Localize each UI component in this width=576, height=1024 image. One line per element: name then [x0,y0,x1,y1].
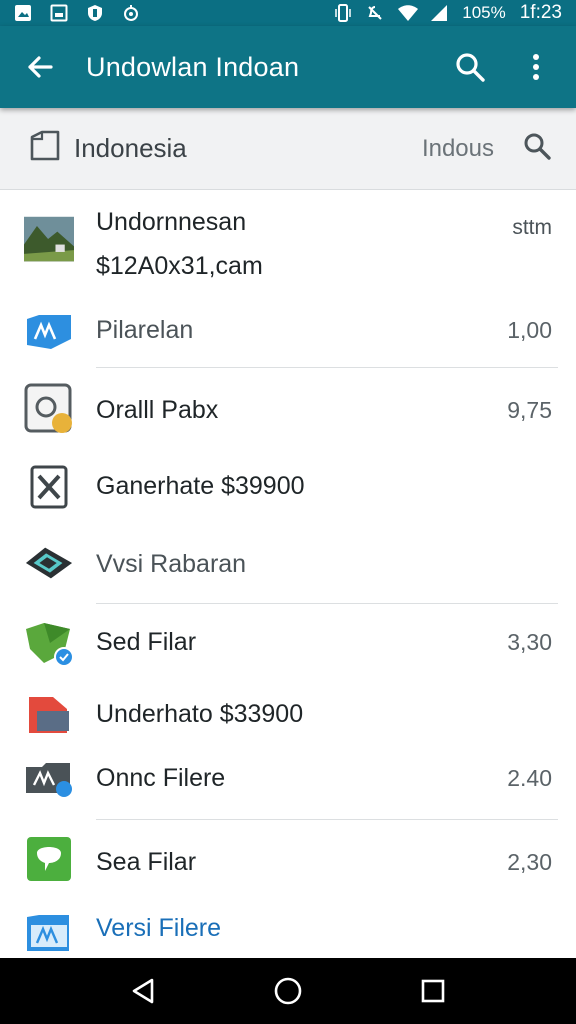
list-item-value: 2,30 [507,849,552,875]
list-item[interactable]: Sed Filar 3,30 [0,606,576,682]
clock: 1f:23 [519,2,562,23]
vibrate-icon [334,4,352,22]
list-item[interactable]: Pilarelan 1,00 [0,300,576,364]
list-item[interactable]: Versi Filere [0,902,576,958]
blue-file-icon [24,908,74,958]
status-bar: 105% 1f:23 [0,0,576,26]
file-list: Undornnesan $12A0x31,cam sttm Pilarelan … [0,190,576,958]
list-item[interactable]: Onnc Filere 2.40 [0,748,576,818]
list-item-label: Undornnesan [96,208,247,236]
mute-icon [366,4,384,22]
image-notification-icon [50,4,68,22]
list-item[interactable]: Underhato $33900 [0,682,576,748]
list-item-label: Oralll Pabx [96,396,219,424]
location-title: Indonesia [74,133,187,163]
folder-outline-icon [28,129,62,168]
more-options-icon[interactable] [518,49,554,85]
archive-icon [24,462,74,512]
list-item-label: Versi Filere [96,914,222,942]
location-header: Indonesia Indous [0,108,576,190]
layers-icon [24,538,74,588]
notification-icon [14,4,32,22]
signal-icon [430,4,448,22]
list-item-label: Underhato $33900 [96,700,304,728]
app-bar: Undowlan Indoan [0,26,576,108]
system-nav-bar [0,958,576,1024]
search-icon[interactable] [522,131,552,166]
list-item-value: 1,00 [507,317,552,343]
divider [96,367,558,368]
landscape-photo-icon [24,214,74,264]
list-item[interactable]: Oralll Pabx 9,75 [0,370,576,450]
dark-folder-icon [24,756,74,806]
green-folder-icon [24,618,74,668]
filter-label[interactable]: Indous [422,135,494,163]
list-item-label: Sea Filar [96,848,197,876]
back-triangle-icon[interactable] [119,967,167,1015]
wifi-icon [398,4,419,22]
red-file-icon [24,690,74,740]
battery-level: 105% [462,3,506,22]
list-item-label: Ganerhate $39900 [96,472,305,500]
divider [96,603,558,604]
list-item[interactable]: Sea Filar 2,30 [0,822,576,902]
blue-folder-icon [24,306,74,356]
list-item-label: Pilarelan [96,316,194,344]
sync-icon [122,4,140,22]
divider [96,819,558,820]
app-title: Undowlan Indoan [86,51,300,82]
list-item-value: 2.40 [507,765,552,791]
recents-square-icon[interactable] [409,967,457,1015]
list-item[interactable]: Undornnesan $12A0x31,cam sttm [0,190,576,300]
list-item-label: Vvsi Rabaran [96,550,247,578]
home-circle-icon[interactable] [264,967,312,1015]
green-chat-icon [24,834,74,884]
list-item-value: 3,30 [507,629,552,655]
list-item[interactable]: Ganerhate $39900 [0,450,576,526]
shield-icon [86,4,104,22]
list-item-label: Onnc Filere [96,764,226,792]
camera-icon [24,383,74,434]
list-item-value: sttm [512,216,552,239]
list-item[interactable]: Vvsi Rabaran [0,526,576,602]
search-icon[interactable] [452,49,488,85]
list-item-label: Sed Filar [96,628,197,656]
list-item-value: 9,75 [507,397,552,423]
list-item-subtitle: $12A0x31,cam [96,252,263,280]
back-arrow-icon[interactable] [22,49,58,85]
